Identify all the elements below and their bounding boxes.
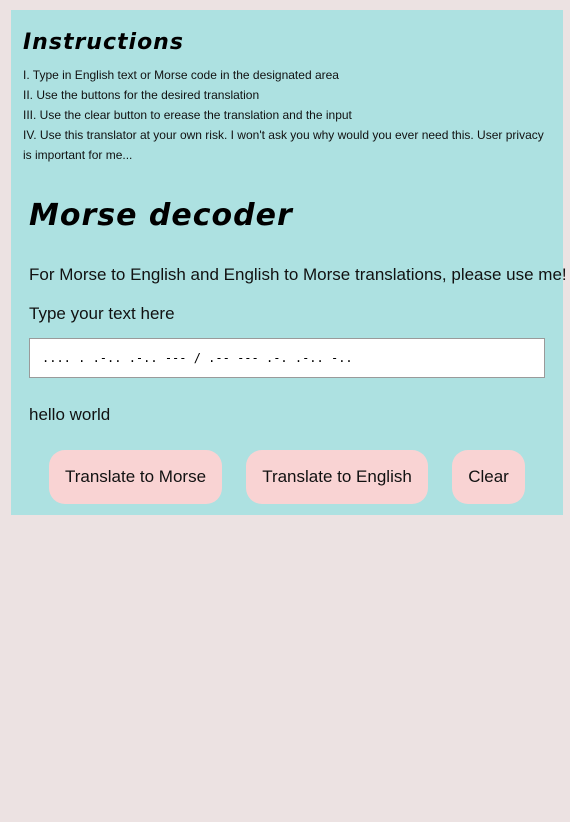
translate-to-morse-button[interactable]: Translate to Morse [49, 450, 222, 504]
clear-button[interactable]: Clear [452, 450, 525, 504]
translate-to-english-button[interactable]: Translate to English [246, 450, 428, 504]
instructions-title: Instructions [23, 30, 184, 55]
subtitle: For Morse to English and English to Mors… [29, 265, 567, 284]
translation-output: hello world [29, 405, 111, 424]
instructions-list: I. Type in English text or Morse code in… [23, 65, 549, 165]
text-input[interactable] [29, 338, 545, 378]
instruction-item: III. Use the clear button to erease the … [23, 108, 352, 122]
input-label: Type your text here [29, 304, 175, 323]
instruction-item: II. Use the buttons for the desired tran… [23, 88, 260, 102]
instruction-item: IV. Use this translator at your own risk… [23, 128, 544, 162]
instruction-item: I. Type in English text or Morse code in… [23, 68, 339, 82]
main-panel: Instructions I. Type in English text or … [11, 10, 567, 515]
page-title: Morse decoder [29, 198, 293, 233]
